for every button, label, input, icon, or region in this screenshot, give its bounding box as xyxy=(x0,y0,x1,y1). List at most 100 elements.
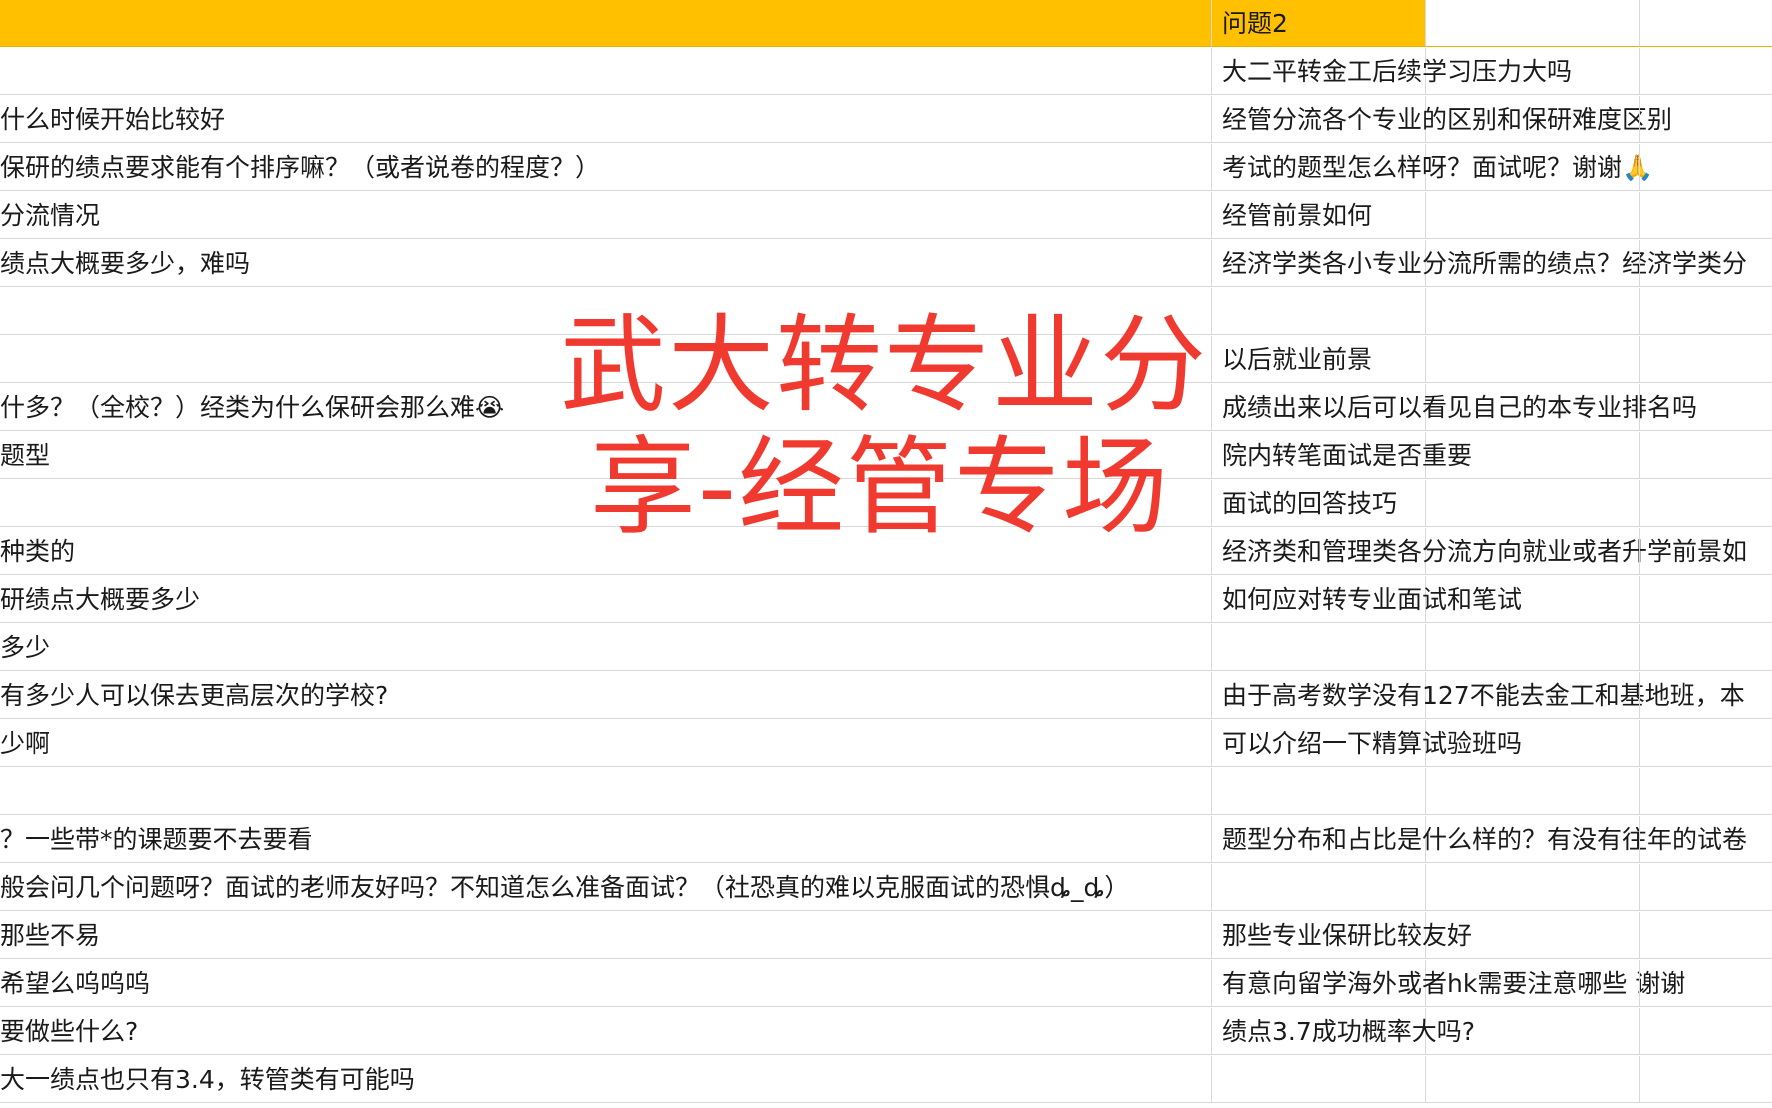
cell-question2[interactable] xyxy=(1212,1056,1426,1103)
cell-col-a[interactable]: 分流情况 xyxy=(0,192,1212,239)
cell-col-a[interactable]: 研绩点大概要多少 xyxy=(0,576,1212,623)
cell-col-c[interactable] xyxy=(1426,432,1640,479)
cell-col-c[interactable] xyxy=(1426,672,1640,719)
cell-col-d[interactable] xyxy=(1640,624,1772,671)
cell-question2[interactable]: 经济类和管理类各分流方向就业或者升学前景如 xyxy=(1212,528,1747,575)
cell-question2[interactable] xyxy=(1212,624,1426,671)
cell-col-d[interactable] xyxy=(1640,96,1772,143)
cell-col-c[interactable] xyxy=(1426,816,1640,863)
cell-col-c[interactable] xyxy=(1426,48,1640,95)
cell-question2[interactable]: 可以介绍一下精算试验班吗 xyxy=(1212,720,1522,767)
cell-col-c[interactable] xyxy=(1426,624,1640,671)
cell-col-d[interactable] xyxy=(1640,816,1772,863)
cell-col-c[interactable] xyxy=(1426,864,1640,911)
cell-col-d[interactable] xyxy=(1640,576,1772,623)
cell-col-c[interactable] xyxy=(1426,96,1640,143)
cell-col-c[interactable] xyxy=(1426,576,1640,623)
cell-question2[interactable]: 那些专业保研比较友好 xyxy=(1212,912,1472,959)
cell-col-a[interactable]: 有多少人可以保去更高层次的学校? xyxy=(0,672,1212,719)
table-row: 希望么呜呜呜 有意向留学海外或者hk需要注意哪些 谢谢 xyxy=(0,960,1772,1008)
table-row: 研绩点大概要多少 如何应对转专业面试和笔试 xyxy=(0,576,1772,624)
cell-col-d[interactable] xyxy=(1640,720,1772,767)
cell-question2[interactable]: 以后就业前景 xyxy=(1212,336,1426,383)
cell-col-d[interactable] xyxy=(1640,336,1772,383)
cell-col-a[interactable]: 绩点大概要多少，难吗 xyxy=(0,240,1212,287)
cell-question2[interactable]: 经管前景如何 xyxy=(1212,192,1426,239)
cell-col-c[interactable] xyxy=(1426,288,1640,335)
cell-col-a[interactable]: 大一绩点也只有3.4，转管类有可能吗 xyxy=(0,1056,1212,1103)
cell-col-a[interactable]: 多少 xyxy=(0,624,1212,671)
cell-col-c[interactable] xyxy=(1426,960,1640,1007)
cell-col-a[interactable]: ？一些带*的课题要不去要看 xyxy=(0,816,1212,863)
cell-col-d[interactable] xyxy=(1640,528,1772,575)
cell-col-d[interactable] xyxy=(1640,768,1772,815)
cell-question2[interactable]: 经济学类各小专业分流所需的绩点？经济学类分 xyxy=(1212,240,1747,287)
cell-question2[interactable] xyxy=(1212,288,1426,335)
table-row: 分流情况 经管前景如何 xyxy=(0,192,1772,240)
cell-question2[interactable] xyxy=(1212,864,1426,911)
cell-col-d[interactable] xyxy=(1640,240,1772,287)
cell-col-a[interactable] xyxy=(0,48,1212,95)
cell-col-c[interactable] xyxy=(1426,528,1640,575)
title-overlay: 武大转专业分 享-经管专场 xyxy=(560,305,1206,549)
cell-col-c[interactable] xyxy=(1426,480,1640,527)
cell-col-a[interactable]: 要做些什么? xyxy=(0,1008,1212,1055)
cell-col-a[interactable] xyxy=(0,768,1212,815)
cell-col-c[interactable] xyxy=(1426,1056,1640,1103)
table-row: 大一绩点也只有3.4，转管类有可能吗 xyxy=(0,1056,1772,1104)
cell-question2[interactable]: 由于高考数学没有127不能去金工和基地班，本 xyxy=(1212,672,1745,719)
header-cell-c[interactable] xyxy=(1426,0,1640,47)
cell-question2[interactable]: 如何应对转专业面试和笔试 xyxy=(1212,576,1522,623)
cell-col-c[interactable] xyxy=(1426,192,1640,239)
cell-question2[interactable]: 大二平转金工后续学习压力大吗 xyxy=(1212,48,1572,95)
header-cell-d[interactable] xyxy=(1640,0,1772,47)
header-cell-a[interactable] xyxy=(0,0,1212,47)
cell-question2[interactable]: 面试的回答技巧 xyxy=(1212,480,1426,527)
cell-col-c[interactable] xyxy=(1426,720,1640,767)
cell-col-a[interactable]: 少啊 xyxy=(0,720,1212,767)
cell-col-d[interactable] xyxy=(1640,288,1772,335)
table-row: 绩点大概要多少，难吗 经济学类各小专业分流所需的绩点？经济学类分 xyxy=(0,240,1772,288)
cell-question2[interactable]: 绩点3.7成功概率大吗? xyxy=(1212,1008,1475,1055)
spreadsheet: 问题2 大二平转金工后续学习压力大吗 什么时候开始比较好 经管分流各个专业的区别和保… xyxy=(0,0,1772,1108)
cell-col-d[interactable] xyxy=(1640,48,1772,95)
cell-col-d[interactable] xyxy=(1640,432,1772,479)
cell-col-d[interactable] xyxy=(1640,672,1772,719)
table-row: 什么时候开始比较好 经管分流各个专业的区别和保研难度区别 xyxy=(0,96,1772,144)
cell-question2[interactable]: 考试的题型怎么样呀？面试呢？谢谢🙏 xyxy=(1212,144,1653,191)
table-row: 少啊 可以介绍一下精算试验班吗 xyxy=(0,720,1772,768)
cell-col-a[interactable]: 保研的绩点要求能有个排序嘛？（或者说卷的程度？） xyxy=(0,144,1212,191)
cell-col-c[interactable] xyxy=(1426,912,1640,959)
table-row: 那些不易 那些专业保研比较友好 xyxy=(0,912,1772,960)
table-row: 要做些什么? 绩点3.7成功概率大吗? xyxy=(0,1008,1772,1056)
cell-col-d[interactable] xyxy=(1640,864,1772,911)
cell-col-c[interactable] xyxy=(1426,240,1640,287)
table-row: 多少 xyxy=(0,624,1772,672)
cell-col-a[interactable]: 希望么呜呜呜 xyxy=(0,960,1212,1007)
cell-col-c[interactable] xyxy=(1426,336,1640,383)
cell-col-a[interactable]: 什么时候开始比较好 xyxy=(0,96,1212,143)
cell-question2[interactable]: 成绩出来以后可以看见自己的本专业排名吗 xyxy=(1212,384,1697,431)
cell-question2[interactable]: 院内转笔面试是否重要 xyxy=(1212,432,1472,479)
cell-question2[interactable]: 经管分流各个专业的区别和保研难度区别 xyxy=(1212,96,1672,143)
overlay-line-2: 享-经管专场 xyxy=(589,426,1171,549)
cell-col-a[interactable]: 般会问几个问题呀？面试的老师友好吗？不知道怎么准备面试？（社恐真的难以克服面试的… xyxy=(0,864,1212,911)
header-cell-question2[interactable]: 问题2 xyxy=(1212,0,1426,47)
cell-col-d[interactable] xyxy=(1640,1008,1772,1055)
cell-col-d[interactable] xyxy=(1640,912,1772,959)
cell-question2[interactable]: 有意向留学海外或者hk需要注意哪些 谢谢 xyxy=(1212,960,1685,1007)
cell-col-d[interactable] xyxy=(1640,144,1772,191)
cell-col-d[interactable] xyxy=(1640,960,1772,1007)
cell-col-c[interactable] xyxy=(1426,144,1640,191)
cell-col-d[interactable] xyxy=(1640,1056,1772,1103)
cell-col-a[interactable]: 那些不易 xyxy=(0,912,1212,959)
cell-question2[interactable] xyxy=(1212,768,1426,815)
cell-col-c[interactable] xyxy=(1426,768,1640,815)
table-row: ？一些带*的课题要不去要看 题型分布和占比是什么样的？有没有往年的试卷 xyxy=(0,816,1772,864)
cell-col-c[interactable] xyxy=(1426,384,1640,431)
cell-col-d[interactable] xyxy=(1640,192,1772,239)
cell-question2[interactable]: 题型分布和占比是什么样的？有没有往年的试卷 xyxy=(1212,816,1747,863)
cell-col-c[interactable] xyxy=(1426,1008,1640,1055)
cell-col-d[interactable] xyxy=(1640,480,1772,527)
cell-col-d[interactable] xyxy=(1640,384,1772,431)
